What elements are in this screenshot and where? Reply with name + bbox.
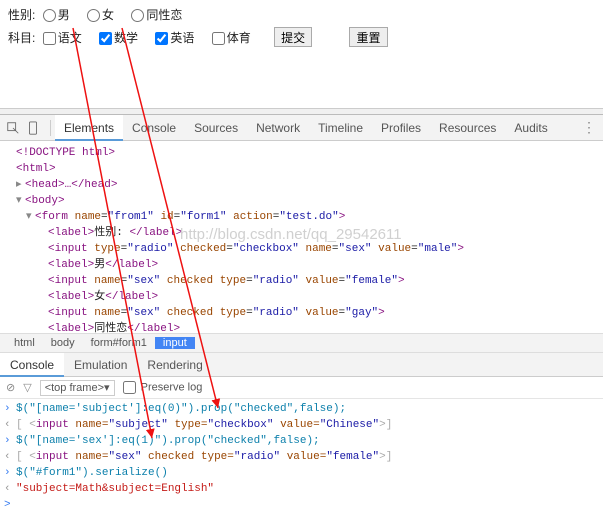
divider bbox=[50, 120, 51, 136]
submit-button[interactable]: 提交 bbox=[274, 27, 312, 47]
gender-label: 性别: bbox=[8, 8, 35, 22]
opt-math: 数学 bbox=[114, 31, 138, 45]
preserve-cb[interactable] bbox=[123, 381, 136, 394]
tab-console[interactable]: Console bbox=[123, 115, 185, 141]
drawer-console[interactable]: Console bbox=[0, 353, 64, 377]
con-l2: [ <input name="subject" type="checkbox" … bbox=[16, 417, 392, 433]
dom-doctype: <!DOCTYPE html> bbox=[16, 147, 115, 159]
inspect-icon[interactable] bbox=[6, 121, 20, 135]
console-output[interactable]: ›$("[name='subject']:eq(0)").prop("check… bbox=[0, 399, 603, 515]
cb-pe[interactable] bbox=[212, 32, 225, 45]
con-l4: [ <input name="sex" checked type="radio"… bbox=[16, 449, 392, 465]
kebab-icon[interactable]: ⋮ bbox=[582, 119, 597, 136]
subject-label: 科目: bbox=[8, 31, 35, 45]
tab-elements[interactable]: Elements bbox=[55, 115, 123, 141]
dom-tree[interactable]: http://blog.csdn.net/qq_29542611 <!DOCTY… bbox=[0, 141, 603, 333]
crumb-html[interactable]: html bbox=[6, 337, 43, 349]
tab-profiles[interactable]: Profiles bbox=[372, 115, 430, 141]
tab-timeline[interactable]: Timeline bbox=[309, 115, 372, 141]
row-subject: 科目: 语文 数学 英语 体育 提交 重置 bbox=[8, 27, 595, 47]
device-icon[interactable] bbox=[26, 121, 40, 135]
crumb-body[interactable]: body bbox=[43, 337, 83, 349]
tab-resources[interactable]: Resources bbox=[430, 115, 505, 141]
devtools: Elements Console Sources Network Timelin… bbox=[0, 114, 603, 515]
cb-english[interactable] bbox=[155, 32, 168, 45]
console-prompt[interactable]: > bbox=[4, 497, 16, 513]
frame-select[interactable]: <top frame> ▾ bbox=[40, 380, 115, 396]
clear-console-icon[interactable]: ⊘ bbox=[6, 381, 15, 394]
row-gender: 性别: 男 女 同性恋 bbox=[8, 6, 595, 23]
drawer-rendering[interactable]: Rendering bbox=[137, 353, 212, 377]
watermark: http://blog.csdn.net/qq_29542611 bbox=[180, 227, 402, 243]
cb-math[interactable] bbox=[99, 32, 112, 45]
opt-english: 英语 bbox=[170, 31, 194, 45]
opt-pe: 体育 bbox=[227, 31, 251, 45]
radio-female[interactable] bbox=[87, 9, 100, 22]
drawer-tabs: Console Emulation Rendering bbox=[0, 353, 603, 377]
opt-male: 男 bbox=[58, 8, 70, 22]
tab-network[interactable]: Network bbox=[247, 115, 309, 141]
reset-button[interactable]: 重置 bbox=[349, 27, 387, 47]
con-l3: $("[name='sex']:eq(1)").prop("checked",f… bbox=[16, 433, 320, 449]
opt-female: 女 bbox=[102, 8, 114, 22]
con-l5: $("#form1").serialize() bbox=[16, 465, 168, 481]
radio-male[interactable] bbox=[43, 9, 56, 22]
opt-chinese: 语文 bbox=[58, 31, 82, 45]
breadcrumb: html body form#form1 input bbox=[0, 333, 603, 353]
preserve-log[interactable]: Preserve log bbox=[123, 381, 203, 394]
crumb-form[interactable]: form#form1 bbox=[83, 337, 155, 349]
console-controls: ⊘ ▽ <top frame> ▾ Preserve log bbox=[0, 377, 603, 399]
devtools-tabbar: Elements Console Sources Network Timelin… bbox=[0, 115, 603, 141]
cb-chinese[interactable] bbox=[43, 32, 56, 45]
con-l1: $("[name='subject']:eq(0)").prop("checke… bbox=[16, 401, 346, 417]
filter-icon[interactable]: ▽ bbox=[23, 381, 31, 394]
tab-sources[interactable]: Sources bbox=[185, 115, 247, 141]
radio-gay[interactable] bbox=[131, 9, 144, 22]
con-l6: "subject=Math&subject=English" bbox=[16, 481, 214, 497]
drawer-emulation[interactable]: Emulation bbox=[64, 353, 137, 377]
crumb-input[interactable]: input bbox=[155, 337, 195, 349]
tab-audits[interactable]: Audits bbox=[505, 115, 556, 141]
page-form: 性别: 男 女 同性恋 科目: 语文 数学 英语 体育 提交 重置 bbox=[0, 0, 603, 108]
opt-gay: 同性恋 bbox=[146, 8, 182, 22]
